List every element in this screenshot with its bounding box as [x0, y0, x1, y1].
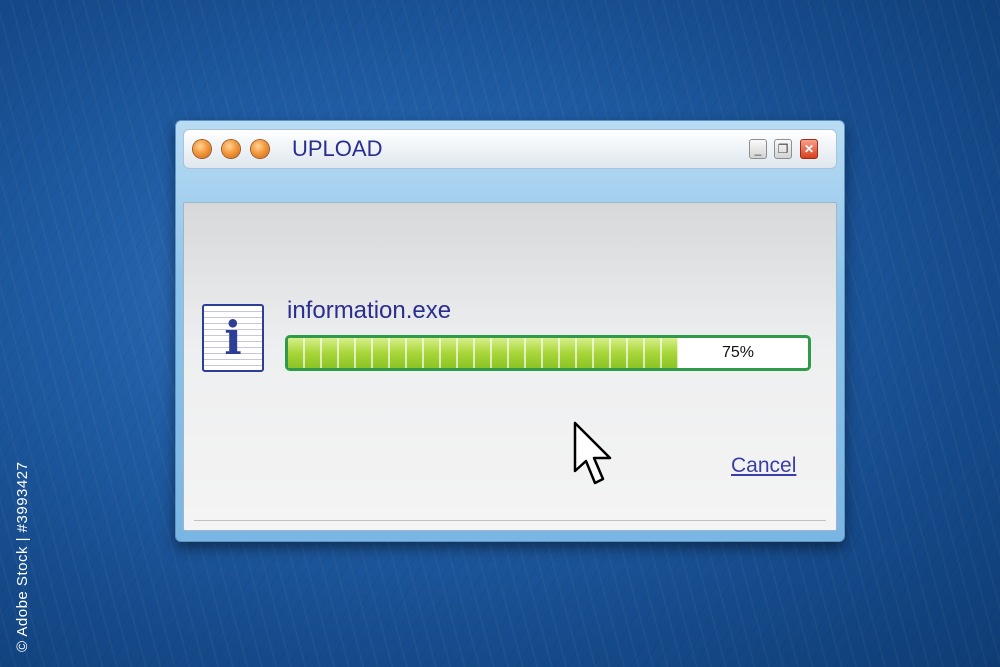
progress-bar: 75%: [285, 335, 811, 371]
close-button[interactable]: ✕: [800, 139, 818, 159]
mouse-cursor-icon: [573, 421, 612, 485]
file-name: information.exe: [287, 297, 452, 324]
side-credit: © Adobe Stock | #3993427: [14, 461, 31, 652]
window-dot-1[interactable]: [193, 140, 211, 158]
window-title: UPLOAD: [292, 136, 383, 161]
window-dot-2[interactable]: [222, 140, 240, 158]
dialog-panel: i information.exe 75% Cancel: [183, 202, 837, 531]
minimize-button[interactable]: _: [749, 139, 767, 159]
info-icon: i: [202, 304, 264, 372]
restore-button[interactable]: ❐: [774, 139, 792, 159]
info-icon-glyph: i: [224, 311, 242, 365]
cancel-link[interactable]: Cancel: [731, 454, 796, 478]
divider: [194, 520, 826, 521]
title-bar[interactable]: UPLOAD _ ❐ ✕: [183, 129, 837, 169]
window-dot-3[interactable]: [251, 140, 269, 158]
progress-percent: 75%: [721, 344, 754, 361]
upload-window: UPLOAD _ ❐ ✕ i information.exe 75% Cance…: [175, 120, 845, 542]
progress-fill: [288, 338, 678, 368]
